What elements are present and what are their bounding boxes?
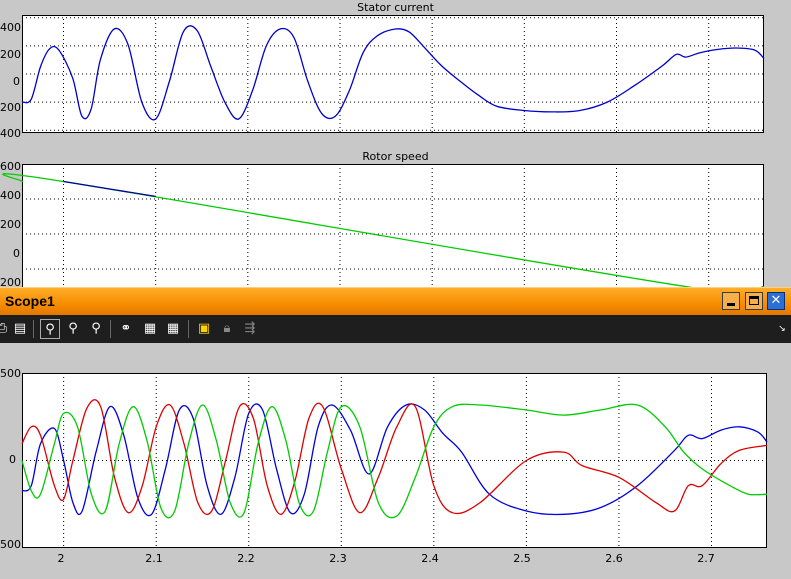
scope1-plot-area: 500 0 500 2 2.1 2.2 2.3 2.4 2.5 2.6 2.7: [0, 343, 791, 579]
series-line-2: [21, 403, 768, 519]
xtick: 2.7: [697, 552, 715, 565]
maximize-button[interactable]: [745, 292, 763, 310]
plot-title-rotor-speed: Rotor speed: [362, 150, 429, 163]
rotor-speed-plot: [2, 164, 766, 304]
close-button[interactable]: ✕: [767, 292, 785, 310]
restore-axes-icon[interactable]: ▦: [163, 319, 183, 339]
xtick: 2.6: [605, 552, 623, 565]
scope-top-window: Stator current 400 200 0 200 400 Rotor s…: [0, 0, 791, 304]
xtick: 2.3: [329, 552, 347, 565]
scope1-titlebar[interactable]: Scope1 ✕: [0, 287, 791, 315]
ytick: 500: [0, 538, 21, 551]
zoom-x-icon[interactable]: ⚲: [63, 319, 83, 339]
scope1-toolbar: ⎙ ▤ ⚲ ⚲ ⚲ ⚭ ▦ ▦ ▣ 🔒︎ ⇶ ↘: [0, 315, 791, 343]
ytick: 0: [13, 247, 20, 260]
ytick: 600: [0, 160, 21, 173]
toolbar-separator: [110, 320, 111, 338]
xtick: 2.5: [513, 552, 531, 565]
save-axes-icon[interactable]: ▦: [140, 319, 160, 339]
scope1-title: Scope1: [5, 293, 55, 309]
params-icon[interactable]: ▤: [10, 319, 30, 339]
close-icon: ✕: [770, 293, 782, 308]
series-line-1: [63, 180, 156, 198]
ytick: 500: [0, 367, 21, 380]
scope1-window: Scope1 ✕ ⎙ ▤ ⚲ ⚲ ⚲ ⚭ ▦ ▦ ▣ 🔒︎ ⇶ ↘ 500 0 …: [0, 287, 791, 579]
ytick: 400: [0, 189, 21, 202]
minimize-button[interactable]: [722, 292, 740, 310]
stator-current-plot: [21, 15, 765, 133]
ytick: 200: [0, 101, 21, 114]
toolbar-overflow-icon[interactable]: ↘: [772, 319, 791, 339]
xtick: 2.2: [237, 552, 255, 565]
toolbar-separator: [33, 320, 34, 338]
plot-title-stator-current: Stator current: [357, 1, 434, 14]
ytick: 400: [0, 21, 21, 34]
xtick: 2.4: [421, 552, 439, 565]
ytick: 200: [0, 48, 21, 61]
ytick: 0: [13, 75, 20, 88]
signal-select-icon[interactable]: ⇶: [240, 319, 260, 339]
autoscale-icon[interactable]: ⚭: [116, 319, 136, 339]
maximize-icon: [749, 296, 759, 305]
series-line-0: [21, 25, 765, 121]
series-line-0: [21, 403, 768, 517]
lock-icon[interactable]: 🔒︎: [217, 319, 237, 339]
toolbar-separator: [188, 320, 189, 338]
three-phase-current-plot: [21, 373, 768, 548]
zoom-icon[interactable]: ⚲: [40, 319, 60, 339]
ytick: 0: [9, 453, 16, 466]
zoom-y-icon[interactable]: ⚲: [86, 319, 106, 339]
minimize-icon: [727, 303, 735, 306]
xtick: 2: [57, 552, 65, 565]
ytick: 200: [0, 218, 21, 231]
ytick: 400: [0, 127, 21, 140]
xtick: 2.1: [145, 552, 163, 565]
floating-scope-icon[interactable]: ▣: [194, 319, 214, 339]
